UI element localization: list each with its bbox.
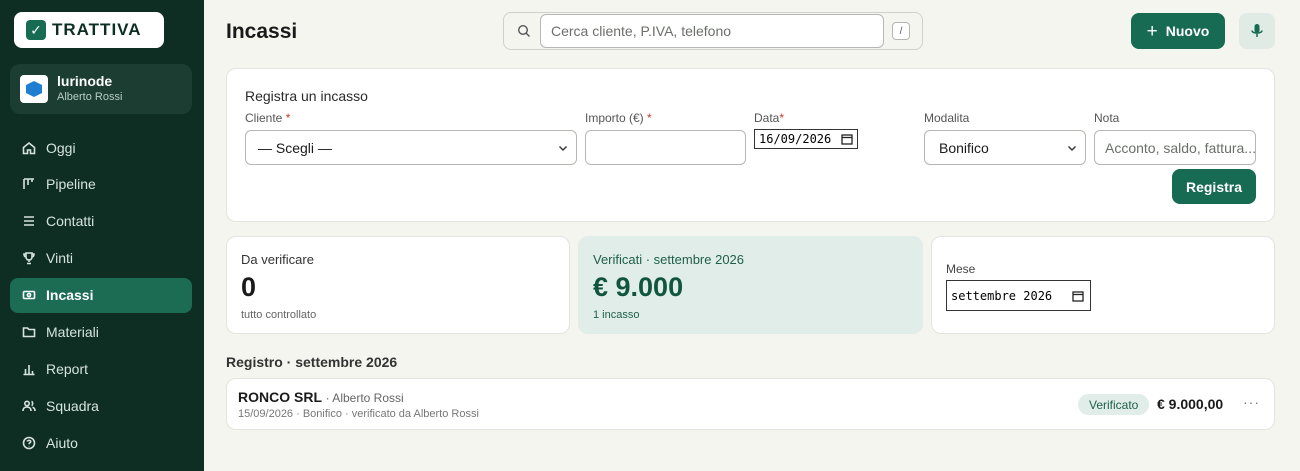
data-label: Data* [754, 111, 785, 125]
sidebar-item-label: Incassi [46, 287, 94, 304]
plus-icon: + [1146, 20, 1158, 42]
sidebar: ✓ TRATTIVA lurinode Alberto Rossi Oggi P… [0, 0, 204, 471]
verified-label: Verificati · settembre 2026 [593, 252, 745, 267]
table-row[interactable]: RONCO SRL · Alberto Rossi 15/09/2026 · B… [226, 378, 1275, 430]
new-button[interactable]: + Nuovo [1131, 13, 1225, 49]
sidebar-item-report[interactable]: Report [10, 351, 192, 386]
verified-stat-card: Verificati · settembre 2026 € 9.000 1 in… [578, 236, 923, 334]
chevron-down-icon [559, 146, 567, 151]
modalita-select[interactable]: Bonifico [924, 130, 1086, 165]
month-value: settembre 2026 [951, 288, 1053, 303]
calendar-icon[interactable] [841, 133, 853, 145]
nota-placeholder: Acconto, saldo, fattura... [1105, 139, 1256, 156]
pending-stat-card: Da verificare 0 tutto controllato [226, 236, 570, 334]
search-icon [517, 24, 530, 37]
workspace-avatar [20, 75, 48, 103]
brand-logo[interactable]: ✓ TRATTIVA [14, 12, 164, 48]
cliente-label: Cliente * [245, 111, 291, 125]
data-date-input[interactable]: 16/09/2026 [754, 129, 858, 149]
verified-sub: 1 incasso [593, 309, 640, 321]
register-payment-card: Registra un incasso Cliente * — Scegli —… [226, 68, 1275, 222]
month-label: Mese [946, 262, 976, 276]
workspace-switcher[interactable]: lurinode Alberto Rossi [10, 64, 192, 114]
cliente-select[interactable]: — Scegli — [245, 130, 577, 165]
registry-title: Registro · settembre 2026 [226, 354, 398, 370]
sidebar-item-aiuto[interactable]: Aiuto [10, 425, 192, 460]
sidebar-item-squadra[interactable]: Squadra [10, 388, 192, 423]
search-box[interactable]: / [503, 12, 923, 50]
row-amount: € 9.000,00 [1157, 396, 1224, 412]
folder-icon [22, 325, 36, 339]
month-filter-card: Mese settembre 2026 [931, 236, 1275, 334]
check-icon: ✓ [26, 20, 46, 40]
form-title: Registra un incasso [245, 88, 368, 104]
page-title: Incassi [226, 20, 298, 43]
sidebar-item-materiali[interactable]: Materiali [10, 314, 192, 349]
sidebar-item-pipeline[interactable]: Pipeline [10, 167, 192, 202]
more-options-icon[interactable]: ··· [1243, 394, 1260, 410]
nota-input[interactable]: Acconto, saldo, fattura... [1094, 130, 1256, 165]
users-icon [22, 399, 36, 413]
importo-label: Importo (€) * [585, 111, 652, 125]
row-meta: 15/09/2026 · Bonifico · verificato da Al… [238, 408, 479, 420]
sidebar-item-vinti[interactable]: Vinti [10, 241, 192, 276]
search-input[interactable] [540, 14, 884, 48]
sidebar-item-label: Report [46, 360, 89, 377]
list-icon [22, 214, 36, 228]
search-shortcut-hint: / [892, 22, 910, 40]
calendar-icon[interactable] [1072, 290, 1084, 302]
status-badge: Verificato [1078, 394, 1150, 415]
home-icon [22, 141, 36, 155]
brand-name: TRATTIVA [52, 20, 142, 39]
microphone-button[interactable] [1239, 13, 1275, 49]
sidebar-item-label: Contatti [46, 213, 95, 230]
pending-value: 0 [241, 272, 257, 302]
register-button[interactable]: Registra [1172, 169, 1256, 204]
row-client: RONCO SRL · Alberto Rossi [238, 389, 404, 405]
sidebar-item-contatti[interactable]: Contatti [10, 204, 192, 239]
help-icon [22, 436, 36, 450]
row-owner: · Alberto Rossi [325, 391, 404, 405]
workspace-user: Alberto Rossi [57, 91, 123, 103]
pipeline-icon [22, 177, 36, 191]
month-input[interactable]: settembre 2026 [946, 280, 1091, 311]
chevron-down-icon [1068, 146, 1076, 151]
microphone-icon [1251, 24, 1263, 37]
sidebar-item-label: Squadra [46, 397, 99, 414]
sidebar-item-label: Materiali [46, 323, 99, 340]
trophy-icon [22, 251, 36, 265]
bar-chart-icon [22, 362, 36, 376]
nota-label: Nota [1094, 111, 1120, 125]
sidebar-item-incassi[interactable]: Incassi [10, 277, 192, 313]
sidebar-item-label: Pipeline [46, 176, 96, 193]
importo-input[interactable] [585, 130, 746, 165]
modalita-label: Modalita [924, 111, 970, 125]
data-value: 16/09/2026 [759, 132, 832, 146]
hexagon-icon [26, 81, 42, 97]
pending-label: Da verificare [241, 252, 314, 267]
sidebar-item-label: Aiuto [46, 434, 78, 451]
verified-value: € 9.000 [593, 272, 684, 302]
new-button-label: Nuovo [1165, 23, 1210, 39]
sidebar-nav: Oggi Pipeline Contatti Vinti Incassi Mat… [10, 130, 192, 462]
workspace-name: lurinode [57, 73, 113, 89]
sidebar-item-oggi[interactable]: Oggi [10, 130, 192, 165]
sidebar-item-label: Vinti [46, 250, 73, 267]
pending-sub: tutto controllato [241, 309, 317, 321]
sidebar-item-label: Oggi [46, 139, 76, 156]
banknote-icon [22, 288, 36, 302]
cliente-select-value: — Scegli — [258, 139, 332, 156]
modalita-select-value: Bonifico [939, 139, 989, 156]
